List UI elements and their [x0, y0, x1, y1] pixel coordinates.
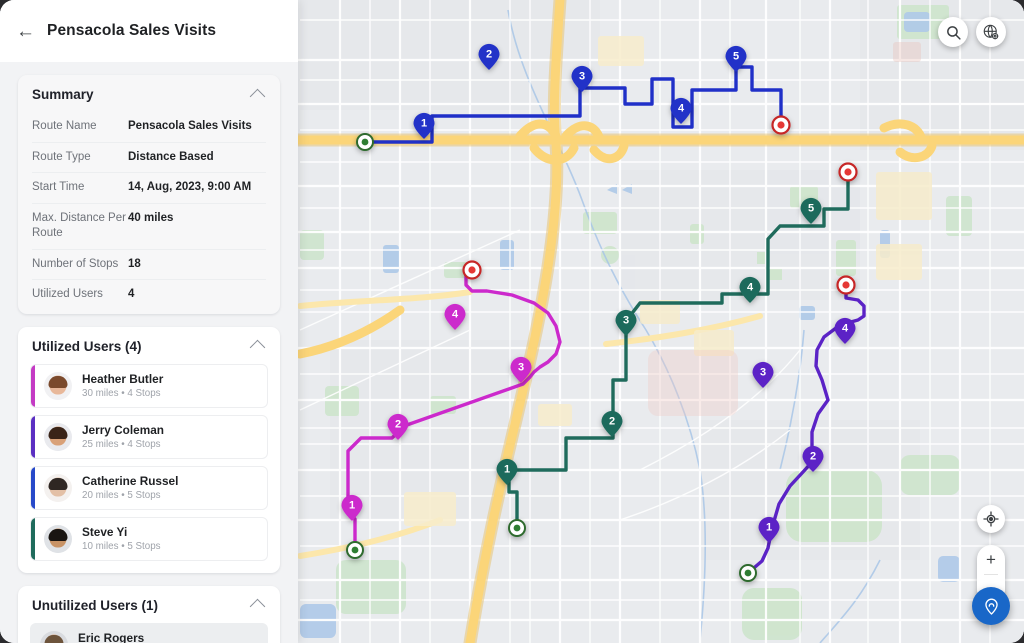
sidebar-header: ← Pensacola Sales Visits: [0, 0, 298, 62]
utilized-users-header[interactable]: Utilized Users (4): [18, 327, 280, 364]
map-stop-pin-label: 1: [349, 499, 355, 511]
user-subtitle: 30 miles • 4 Stops: [82, 388, 163, 399]
map-stop-pin-label: 2: [486, 48, 492, 60]
map-stop-pin-label: 3: [518, 361, 524, 373]
summary-row-value: 40 miles: [128, 211, 266, 227]
summary-row-value: 18: [128, 257, 266, 273]
map-stop-pin-label: 1: [421, 117, 427, 129]
summary-card: Summary Route NamePensacola Sales Visits…: [18, 75, 280, 314]
map-stop-pin-label: 1: [766, 521, 772, 533]
zoom-in-button[interactable]: +: [977, 545, 1005, 574]
arrow-left-icon[interactable]: ←: [16, 22, 35, 41]
globe-settings-icon[interactable]: [976, 17, 1006, 47]
summary-row: Number of Stops18: [32, 250, 266, 281]
summary-row: Max. Distance Per Route40 miles: [32, 204, 266, 250]
list-item[interactable]: Steve Yi 10 miles • 5 Stops: [30, 517, 268, 561]
list-item[interactable]: Heather Butler 30 miles • 4 Stops: [30, 364, 268, 408]
user-name: Eric Rogers: [78, 631, 181, 643]
unutilized-users-card: Unutilized Users (1) Eric Rogerseric.rog…: [18, 586, 280, 643]
avatar: [40, 631, 68, 643]
list-item[interactable]: Eric Rogerseric.rogers@vvllan.com: [30, 623, 268, 643]
summary-row-value: Distance Based: [128, 150, 266, 166]
search-icon[interactable]: [938, 17, 968, 47]
avatar: [44, 525, 72, 553]
route-color-stripe: [31, 365, 35, 407]
page-title: Pensacola Sales Visits: [47, 22, 216, 40]
route-start-marker[interactable]: [357, 134, 373, 150]
summary-title: Summary: [32, 87, 94, 102]
list-item-meta: Steve Yi 10 miles • 5 Stops: [82, 525, 161, 552]
list-item-meta: Catherine Russel 20 miles • 5 Stops: [82, 474, 178, 501]
map-stop-pin-label: 5: [733, 50, 739, 62]
summary-row-value: 14, Aug, 2023, 9:00 AM: [128, 180, 266, 196]
summary-row: Utilized Users4: [32, 280, 266, 310]
route-color-stripe: [31, 467, 35, 509]
sidebar-scroll-area[interactable]: Summary Route NamePensacola Sales Visits…: [0, 62, 298, 643]
list-item[interactable]: Catherine Russel 20 miles • 5 Stops: [30, 466, 268, 510]
summary-row-label: Route Type: [32, 150, 128, 166]
app-root: 123451234512341234 Google +: [0, 0, 1024, 643]
summary-row: Route TypeDistance Based: [32, 143, 266, 174]
map-stop-pin-label: 4: [452, 308, 459, 320]
avatar: [44, 372, 72, 400]
map-stop-pin-label: 4: [678, 102, 685, 114]
route-end-marker[interactable]: [464, 262, 481, 279]
summary-card-header[interactable]: Summary: [18, 75, 280, 112]
summary-rows: Route NamePensacola Sales VisitsRoute Ty…: [18, 112, 280, 314]
summary-row: Route NamePensacola Sales Visits: [32, 112, 266, 143]
map-stop-pin-label: 4: [842, 322, 849, 334]
user-subtitle: 20 miles • 5 Stops: [82, 490, 178, 501]
chevron-up-icon[interactable]: [250, 340, 266, 356]
avatar: [44, 423, 72, 451]
map-stop-pin-label: 2: [810, 450, 816, 462]
utilized-users-list: Heather Butler 30 miles • 4 Stops Jerry Co…: [18, 364, 280, 573]
route-start-marker[interactable]: [509, 520, 525, 536]
summary-row-value: 4: [128, 287, 266, 303]
map-pin-icon[interactable]: [972, 587, 1010, 625]
route-end-marker[interactable]: [840, 164, 857, 181]
user-name: Steve Yi: [82, 525, 161, 539]
summary-row-label: Utilized Users: [32, 287, 128, 303]
map-stop-pin-label: 2: [609, 415, 615, 427]
unutilized-users-header[interactable]: Unutilized Users (1): [18, 586, 280, 623]
sidebar-panel: ← Pensacola Sales Visits Summary Route N…: [0, 0, 298, 643]
summary-row-label: Start Time: [32, 180, 128, 196]
map-stop-pin-label: 3: [623, 314, 629, 326]
user-name: Jerry Coleman: [82, 423, 164, 437]
list-item[interactable]: Jerry Coleman 25 miles • 4 Stops: [30, 415, 268, 459]
route-color-stripe: [31, 518, 35, 560]
map-stop-pin-label: 2: [395, 418, 401, 430]
user-subtitle: 10 miles • 5 Stops: [82, 541, 161, 552]
list-item-meta: Eric Rogerseric.rogers@vvllan.com: [78, 631, 181, 643]
user-name: Catherine Russel: [82, 474, 178, 488]
map-stop-pin-label: 3: [760, 366, 766, 378]
map-stop-pin-label: 3: [579, 70, 585, 82]
utilized-users-card: Utilized Users (4) Heather Butler 30 mile…: [18, 327, 280, 573]
summary-row-label: Max. Distance Per Route: [32, 211, 128, 242]
avatar: [44, 474, 72, 502]
summary-row-value: Pensacola Sales Visits: [128, 119, 266, 135]
map-stop-pin-label: 4: [747, 281, 754, 293]
route-color-stripe: [31, 416, 35, 458]
unutilized-users-title: Unutilized Users (1): [32, 598, 158, 613]
unutilized-users-list: Eric Rogerseric.rogers@vvllan.com: [18, 623, 280, 643]
utilized-users-title: Utilized Users (4): [32, 339, 142, 354]
my-location-icon[interactable]: [977, 505, 1005, 533]
route-end-marker[interactable]: [838, 277, 855, 294]
user-subtitle: 25 miles • 4 Stops: [82, 439, 164, 450]
chevron-up-icon[interactable]: [250, 599, 266, 615]
chevron-up-icon[interactable]: [250, 88, 266, 104]
summary-row-label: Route Name: [32, 119, 128, 135]
map-stop-pin-label: 1: [504, 463, 510, 475]
summary-row-label: Number of Stops: [32, 257, 128, 273]
route-start-marker[interactable]: [740, 565, 756, 581]
summary-row: Start Time14, Aug, 2023, 9:00 AM: [32, 173, 266, 204]
user-name: Heather Butler: [82, 372, 163, 386]
route-end-marker[interactable]: [773, 117, 790, 134]
list-item-meta: Jerry Coleman 25 miles • 4 Stops: [82, 423, 164, 450]
map-stop-pin-label: 5: [808, 202, 814, 214]
route-start-marker[interactable]: [347, 542, 363, 558]
list-item-meta: Heather Butler 30 miles • 4 Stops: [82, 372, 163, 399]
